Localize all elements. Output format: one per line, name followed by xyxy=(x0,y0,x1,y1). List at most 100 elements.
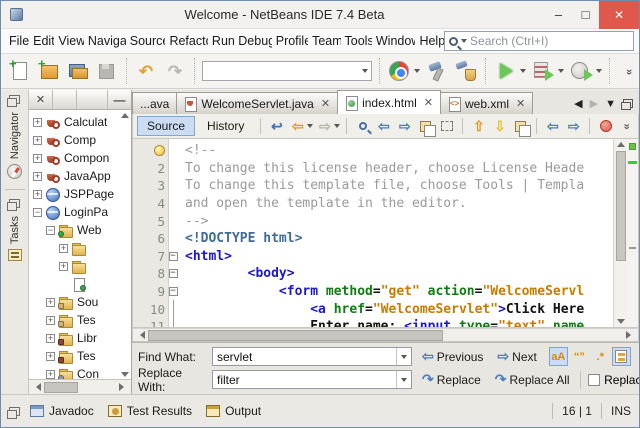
fold-collapse-icon[interactable]: − xyxy=(168,269,178,279)
tab-close-icon[interactable]: ✕ xyxy=(516,97,525,110)
tree-toggle-icon[interactable]: + xyxy=(46,369,55,379)
shift-right-icon[interactable]: ⇨ xyxy=(564,117,583,136)
match-case-toggle[interactable]: aA xyxy=(548,347,568,366)
tree-row[interactable]: + xyxy=(29,257,131,275)
status-tab-output[interactable]: Output xyxy=(206,404,261,418)
scroll-tabs-right-icon[interactable]: ▶ xyxy=(590,97,598,110)
editor-tab-web-xml[interactable]: web.xml ✕ xyxy=(440,92,534,114)
run-project-icon[interactable] xyxy=(493,59,517,83)
maximize-editor-icon[interactable] xyxy=(621,99,633,110)
scroll-right-icon[interactable] xyxy=(626,331,635,339)
status-tab-test-results[interactable]: Test Results xyxy=(107,404,192,418)
tree-row[interactable] xyxy=(29,275,131,293)
dock-icon[interactable] xyxy=(7,199,20,212)
clean-build-icon[interactable] xyxy=(454,59,478,83)
tree-toggle-icon[interactable]: + xyxy=(33,171,42,181)
tree-row[interactable]: + Sou xyxy=(29,293,131,311)
dock-icon[interactable] xyxy=(7,95,20,107)
sidebar-tab-navigator[interactable]: Navigator xyxy=(7,92,22,185)
scrollbar-thumb[interactable] xyxy=(44,381,78,393)
quick-search-box[interactable] xyxy=(444,31,635,51)
history-view-button[interactable]: History xyxy=(197,116,254,136)
scroll-down-icon[interactable] xyxy=(616,319,625,324)
open-project-icon[interactable] xyxy=(66,59,90,83)
menu-refacto[interactable]: Refacto xyxy=(165,31,207,51)
tree-toggle-icon[interactable]: + xyxy=(46,297,55,307)
rectangular-selection-icon[interactable] xyxy=(437,117,456,136)
forward-icon[interactable]: ⇨ xyxy=(315,117,334,136)
scroll-left-icon[interactable] xyxy=(32,383,41,391)
new-file-icon[interactable] xyxy=(8,56,32,83)
find-input[interactable] xyxy=(213,349,396,364)
tree-row[interactable]: + Tes xyxy=(29,347,131,365)
forward-icon-dropdown[interactable] xyxy=(334,124,341,128)
tree-toggle-icon[interactable]: + xyxy=(46,315,55,325)
find-selection-icon[interactable] xyxy=(353,117,372,136)
run-project-icon-dropdown[interactable] xyxy=(520,69,526,73)
shift-left-icon[interactable]: ⇦ xyxy=(543,117,562,136)
record-macro-icon[interactable] xyxy=(596,117,615,136)
sidebar-tab-tasks[interactable]: Tasks xyxy=(7,196,22,267)
search-input[interactable] xyxy=(470,34,634,48)
tree-row[interactable]: + Compon xyxy=(29,149,131,167)
tree-toggle-icon[interactable]: + xyxy=(33,189,42,199)
menu-tools[interactable]: Tools xyxy=(341,31,372,51)
tab-close-icon[interactable]: ✕ xyxy=(321,97,330,110)
scroll-up-icon[interactable] xyxy=(616,142,625,147)
scroll-left-icon[interactable] xyxy=(136,331,145,339)
editor-vertical-scrollbar[interactable] xyxy=(613,139,627,327)
scroll-right-icon[interactable] xyxy=(119,383,128,391)
tree-horizontal-scrollbar[interactable] xyxy=(29,379,131,394)
scrollbar-thumb[interactable] xyxy=(615,151,626,261)
scroll-down-icon[interactable] xyxy=(121,372,129,377)
tree-row[interactable]: + Calculat xyxy=(29,113,131,131)
tab-close-icon[interactable]: ✕ xyxy=(424,96,433,109)
profile-project-icon-dropdown[interactable] xyxy=(596,69,602,73)
editor-tab-index-html[interactable]: index.html ✕ xyxy=(337,90,441,114)
menu-view[interactable]: View xyxy=(54,31,84,51)
replace-all-button[interactable]: ↷ Replace All xyxy=(491,370,574,389)
combo-arrow-icon[interactable] xyxy=(362,69,368,73)
menu-edit[interactable]: Edit xyxy=(29,31,54,51)
last-edit-location-icon[interactable]: ↩ xyxy=(267,117,286,136)
menu-run[interactable]: Run xyxy=(208,31,234,51)
scrollbar-thumb[interactable] xyxy=(148,329,443,341)
menu-help[interactable]: Help xyxy=(415,31,444,51)
fold-collapse-icon[interactable]: − xyxy=(168,287,178,297)
tree-toggle-icon[interactable]: + xyxy=(46,333,55,343)
highlight-results-toggle[interactable] xyxy=(611,347,631,366)
menu-navigat[interactable]: Navigat xyxy=(84,31,126,51)
toggle-bookmark-icon[interactable] xyxy=(511,117,532,137)
search-scope-dropdown-icon[interactable] xyxy=(461,39,468,43)
tree-row[interactable]: + JavaApp xyxy=(29,167,131,185)
replace-combobox[interactable] xyxy=(212,370,412,389)
whole-words-toggle[interactable]: “” xyxy=(570,347,589,366)
tree-toggle-icon[interactable]: + xyxy=(33,117,42,127)
panel-close-button[interactable]: ✕ xyxy=(29,90,53,109)
menu-debug[interactable]: Debug xyxy=(234,31,271,51)
menu-file[interactable]: File xyxy=(5,31,29,51)
toolbar-overflow-icon[interactable]: » xyxy=(617,59,639,83)
code-editor-surface[interactable]: <!-- 2 To change this license header, choo… xyxy=(132,139,639,328)
tree-row[interactable]: + Tes xyxy=(29,311,131,329)
tree-toggle-icon[interactable]: + xyxy=(59,243,68,253)
next-bookmark-icon[interactable]: ⇩ xyxy=(490,117,509,136)
dock-window-icon[interactable] xyxy=(7,406,20,419)
regex-toggle[interactable]: .* xyxy=(591,347,610,366)
new-project-icon[interactable] xyxy=(37,56,61,83)
browser-chrome-icon[interactable] xyxy=(387,59,411,83)
tree-toggle-icon[interactable]: + xyxy=(46,351,55,361)
configuration-combobox[interactable] xyxy=(202,61,372,81)
toggle-highlight-icon[interactable] xyxy=(416,117,437,137)
tree-vertical-scrollbar[interactable] xyxy=(119,113,131,379)
tree-row[interactable]: − LoginPa xyxy=(29,203,131,221)
replace-button[interactable]: ↷ Replace xyxy=(418,370,485,389)
fold-collapse-icon[interactable]: − xyxy=(168,251,178,261)
undo-icon[interactable]: ↶ xyxy=(134,59,158,83)
save-all-icon[interactable] xyxy=(95,59,119,83)
browser-chrome-icon-dropdown[interactable] xyxy=(414,69,420,73)
replace-backwards-checkbox[interactable] xyxy=(588,373,601,386)
tree-toggle-icon[interactable]: − xyxy=(46,225,55,235)
menu-profile[interactable]: Profile xyxy=(272,31,308,51)
replace-dropdown-button[interactable] xyxy=(396,371,411,388)
